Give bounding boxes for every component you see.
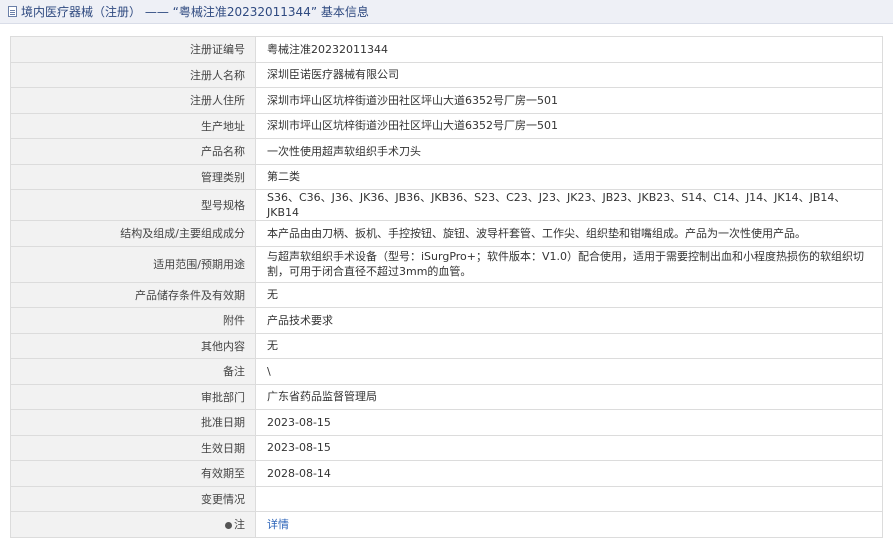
row-label: 结构及组成/主要组成成分 bbox=[10, 220, 256, 247]
row-label: 注册人住所 bbox=[10, 87, 256, 114]
note-icon bbox=[225, 521, 232, 529]
table-row: 批准日期 2023-08-15 bbox=[10, 409, 883, 436]
page-header: 境内医疗器械（注册） —— “粤械注准20232011344” 基本信息 bbox=[0, 0, 893, 24]
row-label: 生产地址 bbox=[10, 112, 256, 139]
row-label: 型号规格 bbox=[10, 189, 256, 221]
row-value: 详情 bbox=[255, 511, 883, 538]
table-row: 型号规格 S36、C36、J36、JK36、JB36、JKB36、S23、C23… bbox=[10, 189, 883, 221]
row-value: 与超声软组织手术设备（型号：iSurgPro+；软件版本：V1.0）配合使用，适… bbox=[255, 245, 883, 283]
row-label: 注 bbox=[234, 518, 245, 532]
row-value: S36、C36、J36、JK36、JB36、JKB36、S23、C23、J23、… bbox=[255, 189, 883, 221]
row-value: 深圳臣诺医疗器械有限公司 bbox=[255, 61, 883, 88]
table-row: 生产地址 深圳市坪山区坑梓街道沙田社区坪山大道6352号厂房一501 bbox=[10, 112, 883, 139]
table-row: 其他内容 无 bbox=[10, 332, 883, 359]
row-value: 本产品由由刀柄、扳机、手控按钮、旋钮、波导杆套管、工作尖、组织垫和钳嘴组成。产品… bbox=[255, 220, 883, 247]
info-table: 注册证编号 粤械注准20232011344 注册人名称 深圳臣诺医疗器械有限公司… bbox=[10, 36, 883, 538]
details-link[interactable]: 详情 bbox=[267, 518, 289, 531]
table-row: 适用范围/预期用途 与超声软组织手术设备（型号：iSurgPro+；软件版本：V… bbox=[10, 245, 883, 283]
row-value: 粤械注准20232011344 bbox=[255, 36, 883, 63]
page-title: 境内医疗器械（注册） —— “粤械注准20232011344” 基本信息 bbox=[21, 5, 369, 19]
table-row: 变更情况 bbox=[10, 485, 883, 512]
row-value: 2028-08-14 bbox=[255, 460, 883, 487]
table-row: 管理类别 第二类 bbox=[10, 163, 883, 190]
table-row: 结构及组成/主要组成成分 本产品由由刀柄、扳机、手控按钮、旋钮、波导杆套管、工作… bbox=[10, 220, 883, 247]
row-value: 无 bbox=[255, 332, 883, 359]
row-label: 批准日期 bbox=[10, 409, 256, 436]
row-label: 变更情况 bbox=[10, 485, 256, 512]
table-row: 注册人名称 深圳臣诺医疗器械有限公司 bbox=[10, 61, 883, 88]
row-value: 2023-08-15 bbox=[255, 409, 883, 436]
row-value: 产品技术要求 bbox=[255, 307, 883, 334]
row-label: 产品储存条件及有效期 bbox=[10, 281, 256, 308]
row-label: 产品名称 bbox=[10, 138, 256, 165]
row-label: 其他内容 bbox=[10, 332, 256, 359]
table-row: 有效期至 2028-08-14 bbox=[10, 460, 883, 487]
table-row: 注册人住所 深圳市坪山区坑梓街道沙田社区坪山大道6352号厂房一501 bbox=[10, 87, 883, 114]
table-row: 生效日期 2023-08-15 bbox=[10, 434, 883, 461]
table-row: 产品名称 一次性使用超声软组织手术刀头 bbox=[10, 138, 883, 165]
row-label: 管理类别 bbox=[10, 163, 256, 190]
row-label: 附件 bbox=[10, 307, 256, 334]
table-row: 审批部门 广东省药品监督管理局 bbox=[10, 383, 883, 410]
row-value: 广东省药品监督管理局 bbox=[255, 383, 883, 410]
table-row: 注 详情 bbox=[10, 511, 883, 538]
table-row: 产品储存条件及有效期 无 bbox=[10, 281, 883, 308]
row-label: 适用范围/预期用途 bbox=[10, 245, 256, 283]
row-value: 无 bbox=[255, 281, 883, 308]
row-value: 一次性使用超声软组织手术刀头 bbox=[255, 138, 883, 165]
row-value: 2023-08-15 bbox=[255, 434, 883, 461]
row-value: \ bbox=[255, 358, 883, 385]
row-value: 第二类 bbox=[255, 163, 883, 190]
table-row: 附件 产品技术要求 bbox=[10, 307, 883, 334]
row-label: 注册人名称 bbox=[10, 61, 256, 88]
row-label: 有效期至 bbox=[10, 460, 256, 487]
note-label-cell: 注 bbox=[10, 511, 256, 538]
row-value: 深圳市坪山区坑梓街道沙田社区坪山大道6352号厂房一501 bbox=[255, 87, 883, 114]
row-label: 生效日期 bbox=[10, 434, 256, 461]
table-row: 注册证编号 粤械注准20232011344 bbox=[10, 36, 883, 63]
row-label: 备注 bbox=[10, 358, 256, 385]
row-label: 注册证编号 bbox=[10, 36, 256, 63]
document-icon bbox=[8, 6, 17, 17]
row-label: 审批部门 bbox=[10, 383, 256, 410]
row-value bbox=[255, 485, 883, 512]
row-value: 深圳市坪山区坑梓街道沙田社区坪山大道6352号厂房一501 bbox=[255, 112, 883, 139]
table-row: 备注 \ bbox=[10, 358, 883, 385]
